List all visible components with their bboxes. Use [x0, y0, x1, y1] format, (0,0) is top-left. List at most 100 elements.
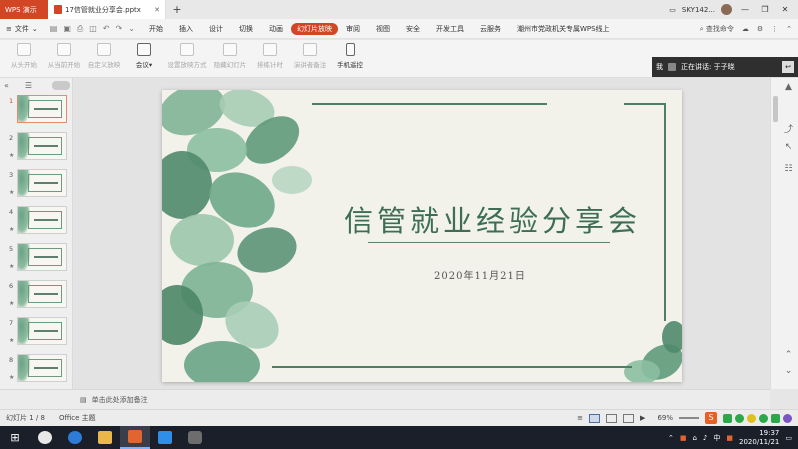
- network-icon[interactable]: ⌂: [692, 434, 696, 442]
- notes-placeholder[interactable]: 单击此处添加备注: [92, 395, 148, 405]
- slide-thumbnail-row[interactable]: 6 ★: [0, 278, 72, 315]
- outline-view-icon[interactable]: ☰: [25, 81, 32, 90]
- preview-icon[interactable]: ◫: [89, 24, 97, 34]
- from-current-button[interactable]: 从当前开始: [44, 40, 84, 69]
- user-name[interactable]: SKY142...: [682, 6, 715, 14]
- slide-thumbnail[interactable]: [17, 206, 67, 234]
- menu-item-transitions[interactable]: 切换: [231, 19, 261, 39]
- slide-thumbnail-row[interactable]: 7 ★: [0, 315, 72, 352]
- rehearse-timing-button[interactable]: 排练计时: [250, 40, 290, 69]
- notification-tray-icon[interactable]: ■: [726, 434, 733, 442]
- collapse-ribbon-icon[interactable]: ⌃: [786, 25, 792, 33]
- slide-date[interactable]: 2020年11月21日: [434, 267, 526, 282]
- custom-show-button[interactable]: 自定义放映: [84, 40, 124, 69]
- avatar[interactable]: [721, 4, 732, 15]
- taskbar-app-1[interactable]: [30, 426, 60, 449]
- menu-item-view[interactable]: 视图: [368, 19, 398, 39]
- close-window-button[interactable]: ✕: [778, 5, 792, 14]
- nav-up-icon[interactable]: ⌃: [783, 350, 794, 361]
- menu-item-security[interactable]: 安全: [398, 19, 428, 39]
- volume-icon[interactable]: ♪: [703, 434, 707, 442]
- back-arrow-icon[interactable]: ↩: [782, 61, 794, 73]
- minimize-button[interactable]: —: [738, 5, 752, 14]
- print-icon[interactable]: ⎙: [77, 24, 83, 34]
- open-icon[interactable]: ▤: [50, 24, 58, 34]
- zoom-slider[interactable]: [679, 417, 699, 419]
- properties-icon[interactable]: ☷: [783, 164, 794, 175]
- phone-remote-button[interactable]: 手机遥控: [330, 40, 370, 69]
- document-tab[interactable]: 17信管就业分享会.pptx ✕: [48, 0, 166, 19]
- microphone-icon[interactable]: [668, 63, 676, 71]
- play-slideshow-icon[interactable]: ▶: [640, 414, 645, 422]
- close-tab-icon[interactable]: ✕: [154, 6, 160, 14]
- cloud-sync-icon[interactable]: ☁: [742, 25, 749, 33]
- hide-slide-button[interactable]: 隐藏幻灯片: [210, 40, 250, 69]
- taskbar-app-5[interactable]: [150, 426, 180, 449]
- ime-emoji-icon[interactable]: [747, 413, 756, 423]
- redo-icon[interactable]: ↷: [116, 24, 123, 34]
- notification-center-icon[interactable]: ▭: [785, 434, 792, 442]
- speaker-notes-button[interactable]: 演讲者备注: [290, 40, 330, 69]
- slide-canvas[interactable]: 信管就业经验分享会 2020年11月21日: [74, 78, 770, 389]
- ime-skin-icon[interactable]: [783, 413, 792, 423]
- notes-area[interactable]: ▤ 单击此处添加备注: [74, 389, 770, 409]
- slide-thumbnail[interactable]: [17, 132, 67, 160]
- zoom-level[interactable]: 69%: [657, 414, 673, 422]
- thumbnail-view-toggle[interactable]: [52, 81, 71, 90]
- slide-thumbnail-row[interactable]: 8 ★: [0, 352, 72, 389]
- ime-punct-icon[interactable]: [735, 413, 744, 423]
- nav-down-icon[interactable]: ⌄: [783, 366, 794, 377]
- clock[interactable]: 19:37 2020/11/21: [739, 429, 779, 447]
- slide-thumbnail[interactable]: [17, 354, 67, 382]
- ime-lang-icon[interactable]: [723, 413, 732, 423]
- slide-sorter-button[interactable]: [606, 413, 618, 423]
- share-icon[interactable]: ⤴: [783, 122, 794, 135]
- slide-thumbnail-row[interactable]: 2 ★: [0, 130, 72, 167]
- menu-item-developer[interactable]: 开发工具: [428, 19, 472, 39]
- normal-view-button[interactable]: [589, 413, 601, 423]
- save-icon[interactable]: ▣: [63, 24, 71, 34]
- reading-view-button[interactable]: [623, 413, 635, 423]
- slide-thumbnail-row[interactable]: 4 ★: [0, 204, 72, 241]
- app-menu-tab[interactable]: WPS 演示: [0, 0, 48, 19]
- notes-toggle-icon[interactable]: ≡: [577, 414, 583, 422]
- menu-item-slideshow[interactable]: 幻灯片放映: [290, 22, 338, 35]
- taskbar-app-6[interactable]: [180, 426, 210, 449]
- customize-icon[interactable]: ⌄: [128, 24, 135, 34]
- vertical-scrollbar[interactable]: [773, 96, 778, 122]
- menu-item-cloud[interactable]: 云服务: [472, 19, 509, 39]
- meeting-button[interactable]: 会议▾: [124, 40, 164, 69]
- slide-thumbnail[interactable]: [17, 169, 67, 197]
- slide-thumbnail[interactable]: [17, 280, 67, 308]
- taskbar-edge[interactable]: [60, 426, 90, 449]
- slide-1[interactable]: 信管就业经验分享会 2020年11月21日: [162, 90, 682, 382]
- menu-item-insert[interactable]: 插入: [171, 19, 201, 39]
- slide-thumbnail-row[interactable]: 1: [0, 93, 72, 130]
- menu-item-review[interactable]: 审阅: [338, 19, 368, 39]
- menu-item-animation[interactable]: 动画: [261, 19, 291, 39]
- from-start-button[interactable]: 从头开始: [4, 40, 44, 69]
- collapse-panel-icon[interactable]: «: [4, 81, 9, 90]
- pointer-icon[interactable]: ↖: [783, 142, 794, 153]
- window-layout-icon[interactable]: ▭: [669, 6, 676, 14]
- menu-item-design[interactable]: 设计: [201, 19, 231, 39]
- slide-thumbnail-row[interactable]: 3 ★: [0, 167, 72, 204]
- new-tab-button[interactable]: +: [166, 0, 188, 19]
- search-command[interactable]: ⌕ 查找命令: [700, 24, 734, 34]
- ime-keyboard-icon[interactable]: [771, 413, 780, 423]
- undo-icon[interactable]: ↶: [103, 24, 110, 34]
- file-menu[interactable]: ≡ 文件 ⌄: [0, 24, 44, 34]
- tray-up-icon[interactable]: ⌃: [668, 434, 674, 442]
- slide-thumbnail[interactable]: [17, 317, 67, 345]
- menu-item-home[interactable]: 开始: [141, 19, 171, 39]
- taskbar-wps[interactable]: [120, 426, 150, 449]
- slide-title[interactable]: 信管就业经验分享会: [344, 198, 641, 240]
- start-button[interactable]: ⊞: [0, 426, 30, 449]
- tray-app-icon[interactable]: ■: [680, 434, 687, 442]
- taskbar-explorer[interactable]: [90, 426, 120, 449]
- restore-button[interactable]: ❐: [758, 5, 772, 14]
- ime-indicator[interactable]: 中: [713, 433, 720, 443]
- slide-thumbnail[interactable]: [17, 95, 67, 123]
- menu-item-org[interactable]: 潮州市党政机关专属WPS线上: [509, 19, 612, 39]
- slide-thumbnail-row[interactable]: 5 ★: [0, 241, 72, 278]
